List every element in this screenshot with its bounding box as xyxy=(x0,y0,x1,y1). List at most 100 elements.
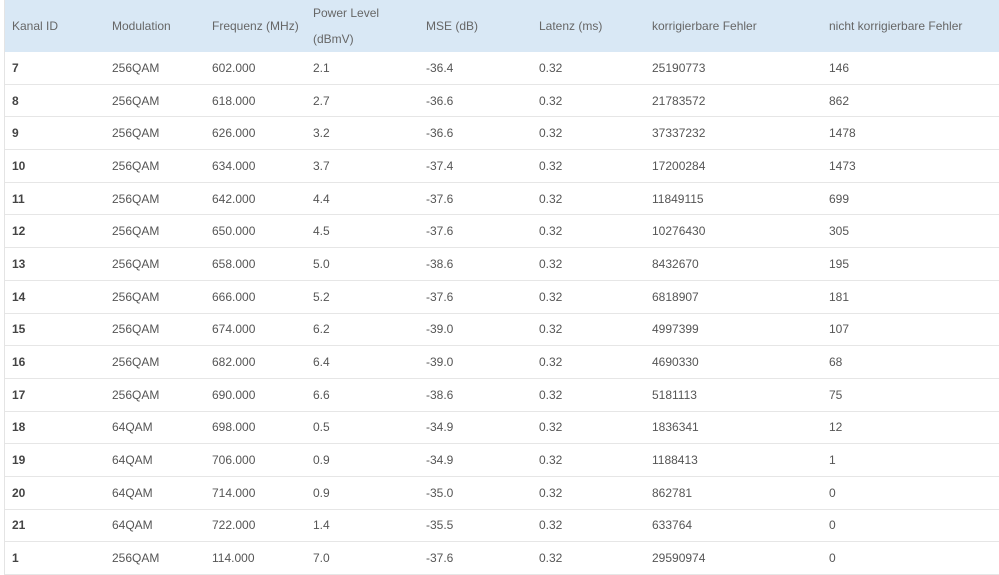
cell-power-level: 4.5 xyxy=(306,214,419,249)
cell-korrigierbare-fehler: 21783572 xyxy=(645,84,822,118)
cell-nicht-korrigierbare-fehler: 75 xyxy=(822,378,999,412)
cell-frequenz: 674.000 xyxy=(205,313,306,347)
cell-latenz: 0.32 xyxy=(532,84,645,118)
cell-power-level: 7.0 xyxy=(306,541,419,575)
header-modulation: Modulation xyxy=(105,0,205,52)
cell-nicht-korrigierbare-fehler: 107 xyxy=(822,313,999,347)
table-row: 10 256QAM 634.000 3.7 -37.4 0.32 17200284 1473 xyxy=(5,149,999,183)
cell-nicht-korrigierbare-fehler: 699 xyxy=(822,182,999,216)
table-row: 21 64QAM 722.000 1.4 -35.5 0.32 633764 0 xyxy=(5,509,999,543)
table-row: 15 256QAM 674.000 6.2 -39.0 0.32 4997399 107 xyxy=(5,313,999,347)
cell-modulation: 64QAM xyxy=(105,509,205,543)
cell-latenz: 0.32 xyxy=(532,509,645,543)
cell-korrigierbare-fehler: 4690330 xyxy=(645,345,822,379)
header-power-level: Power Level (dBmV) xyxy=(306,0,419,52)
table-row: 7 256QAM 602.000 2.1 -36.4 0.32 25190773 146 xyxy=(5,52,999,85)
table-row: 17 256QAM 690.000 6.6 -38.6 0.32 5181113 75 xyxy=(5,378,999,412)
header-power-line1: Power Level xyxy=(313,6,380,20)
header-nicht-korrigierbare-fehler: nicht korrigierbare Fehler xyxy=(822,0,999,52)
cell-modulation: 64QAM xyxy=(105,476,205,510)
cell-frequenz: 722.000 xyxy=(205,509,306,543)
header-power-line2: (dBmV) xyxy=(313,32,354,46)
header-kanal-id: Kanal ID xyxy=(5,0,105,52)
cell-mse: -34.9 xyxy=(419,443,532,477)
cell-modulation: 256QAM xyxy=(105,541,205,575)
table-row: 20 64QAM 714.000 0.9 -35.0 0.32 862781 0 xyxy=(5,476,999,510)
cell-korrigierbare-fehler: 8432670 xyxy=(645,247,822,281)
cell-korrigierbare-fehler: 17200284 xyxy=(645,149,822,183)
cell-frequenz: 658.000 xyxy=(205,247,306,281)
cell-power-level: 3.2 xyxy=(306,116,419,151)
cell-mse: -36.4 xyxy=(419,52,532,85)
cell-modulation: 256QAM xyxy=(105,214,205,249)
cell-power-level: 0.9 xyxy=(306,443,419,477)
table-row: 18 64QAM 698.000 0.5 -34.9 0.32 1836341 12 xyxy=(5,411,999,445)
cell-mse: -34.9 xyxy=(419,411,532,445)
table-row: 19 64QAM 706.000 0.9 -34.9 0.32 1188413 1 xyxy=(5,443,999,477)
cell-frequenz: 698.000 xyxy=(205,411,306,445)
cell-mse: -35.5 xyxy=(419,509,532,543)
cell-kanal-id: 19 xyxy=(5,443,105,477)
cell-mse: -37.6 xyxy=(419,214,532,249)
cell-frequenz: 690.000 xyxy=(205,378,306,412)
cell-nicht-korrigierbare-fehler: 12 xyxy=(822,411,999,445)
cell-power-level: 0.9 xyxy=(306,476,419,510)
cell-modulation: 256QAM xyxy=(105,280,205,314)
cell-korrigierbare-fehler: 1836341 xyxy=(645,411,822,445)
cell-modulation: 256QAM xyxy=(105,378,205,412)
cell-frequenz: 682.000 xyxy=(205,345,306,379)
cell-power-level: 5.2 xyxy=(306,280,419,314)
cell-mse: -39.0 xyxy=(419,345,532,379)
cell-frequenz: 666.000 xyxy=(205,280,306,314)
cell-mse: -39.0 xyxy=(419,313,532,347)
cell-mse: -37.6 xyxy=(419,182,532,216)
table-row: 9 256QAM 626.000 3.2 -36.6 0.32 37337232 1478 xyxy=(5,116,999,151)
cell-frequenz: 618.000 xyxy=(205,84,306,118)
cell-mse: -36.6 xyxy=(419,84,532,118)
cell-mse: -35.0 xyxy=(419,476,532,510)
cell-mse: -37.4 xyxy=(419,149,532,183)
cell-power-level: 0.5 xyxy=(306,411,419,445)
cell-nicht-korrigierbare-fehler: 862 xyxy=(822,84,999,118)
cell-latenz: 0.32 xyxy=(532,52,645,85)
cell-nicht-korrigierbare-fehler: 305 xyxy=(822,214,999,249)
cell-latenz: 0.32 xyxy=(532,182,645,216)
cell-latenz: 0.32 xyxy=(532,378,645,412)
cell-latenz: 0.32 xyxy=(532,247,645,281)
cell-power-level: 6.6 xyxy=(306,378,419,412)
cell-kanal-id: 12 xyxy=(5,214,105,249)
table-row: 12 256QAM 650.000 4.5 -37.6 0.32 10276430 305 xyxy=(5,214,999,249)
cell-power-level: 5.0 xyxy=(306,247,419,281)
cell-kanal-id: 15 xyxy=(5,313,105,347)
cell-mse: -37.6 xyxy=(419,541,532,575)
cell-modulation: 256QAM xyxy=(105,84,205,118)
cell-nicht-korrigierbare-fehler: 195 xyxy=(822,247,999,281)
cell-kanal-id: 20 xyxy=(5,476,105,510)
header-korrigierbare-fehler: korrigierbare Fehler xyxy=(645,0,822,52)
cell-korrigierbare-fehler: 862781 xyxy=(645,476,822,510)
cell-modulation: 256QAM xyxy=(105,149,205,183)
cell-nicht-korrigierbare-fehler: 68 xyxy=(822,345,999,379)
cell-korrigierbare-fehler: 37337232 xyxy=(645,116,822,151)
cell-frequenz: 714.000 xyxy=(205,476,306,510)
cell-latenz: 0.32 xyxy=(532,116,645,151)
cell-frequenz: 114.000 xyxy=(205,541,306,575)
table-header: Kanal ID Modulation Frequenz (MHz) Power… xyxy=(5,0,999,52)
table-row: 11 256QAM 642.000 4.4 -37.6 0.32 11849115 699 xyxy=(5,182,999,216)
cell-modulation: 64QAM xyxy=(105,411,205,445)
cell-nicht-korrigierbare-fehler: 181 xyxy=(822,280,999,314)
cell-mse: -37.6 xyxy=(419,280,532,314)
header-mse: MSE (dB) xyxy=(419,0,532,52)
cell-latenz: 0.32 xyxy=(532,149,645,183)
cell-power-level: 2.7 xyxy=(306,84,419,118)
cell-korrigierbare-fehler: 6818907 xyxy=(645,280,822,314)
cell-nicht-korrigierbare-fehler: 1478 xyxy=(822,116,999,151)
cell-kanal-id: 21 xyxy=(5,509,105,543)
cell-kanal-id: 8 xyxy=(5,84,105,118)
cell-latenz: 0.32 xyxy=(532,411,645,445)
cell-frequenz: 706.000 xyxy=(205,443,306,477)
cell-latenz: 0.32 xyxy=(532,313,645,347)
cell-korrigierbare-fehler: 29590974 xyxy=(645,541,822,575)
cell-latenz: 0.32 xyxy=(532,214,645,249)
cell-mse: -38.6 xyxy=(419,247,532,281)
